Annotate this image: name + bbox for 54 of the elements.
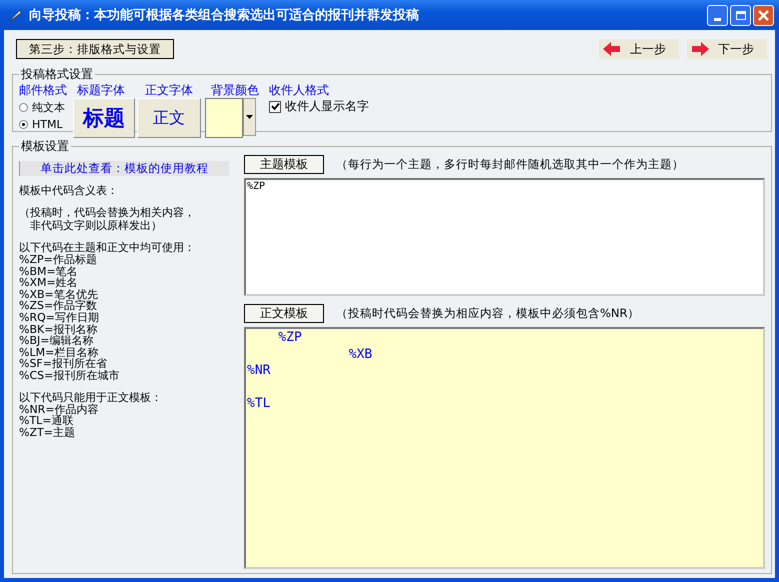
note-line: （投稿时，代码会替换为相关内容，: [19, 206, 195, 219]
color-swatch[interactable]: [205, 98, 243, 138]
caret-icon: [246, 115, 253, 119]
step-label: 第三步：排版格式与设置: [16, 39, 174, 59]
radio-button[interactable]: [19, 102, 28, 112]
code-definition: %ZT=主题: [19, 426, 76, 438]
code-definition: %LM=栏目名称: [19, 346, 98, 358]
panel-legend: 模板设置: [19, 138, 71, 155]
code-definition: %NR=作品内容: [19, 404, 100, 416]
panel-legend: 投稿格式设置: [19, 66, 95, 83]
window-title: 向导投稿：本功能可根据各类组合搜索选出可适合的报刊并群发投稿: [29, 6, 420, 24]
subject-template-button[interactable]: 主题模板: [244, 155, 324, 174]
close-icon: [757, 8, 770, 22]
section-heading: 以下代码在主题和正文中均可使用：: [19, 241, 196, 254]
checkbox[interactable]: [269, 100, 281, 112]
title-font-label: 标题字体: [77, 83, 126, 97]
subject-hint: （每行为一个主题，多行时每封邮件随机选取其中一个作为主题）: [336, 157, 684, 172]
code-definition: %ZP=作品标题: [19, 254, 98, 266]
tutorial-link[interactable]: 单击此处查看：模板的使用教程: [19, 161, 229, 176]
radio-label: HTML: [32, 118, 63, 130]
background-color-label: 背景颜色: [211, 83, 259, 97]
subject-template-field[interactable]: %ZP: [244, 178, 765, 296]
section-heading: 以下代码只能用于正文模板：: [19, 390, 163, 404]
code-definition: %XB=笔名优先: [19, 288, 99, 300]
next-button[interactable]: 下一步: [687, 39, 767, 59]
mail-format-label: 邮件格式: [19, 83, 67, 97]
back-button[interactable]: 上一步: [599, 39, 679, 59]
body-hint: （投稿时代码会替换为相应内容，模板中必须包含%NR）: [336, 306, 640, 321]
code-definition: %RQ=写作日期: [19, 312, 100, 324]
minimize-button[interactable]: [707, 4, 728, 26]
right-arrow-icon: [691, 42, 709, 56]
code-definition: %BK=报刊名称: [19, 324, 98, 336]
note-line: 非代码文字则以原样发出）: [30, 219, 162, 232]
checkbox-label: 收件人显示名字: [285, 98, 369, 115]
body-font-button[interactable]: 正文: [137, 98, 201, 138]
code-definition: %ZS=作品字数: [19, 300, 98, 312]
body-template-button[interactable]: 正文模板: [244, 304, 324, 323]
body-template-field[interactable]: %ZP %XB %NR %TL: [244, 327, 765, 569]
code-definition: %TL=通联: [19, 415, 74, 427]
code-definition: %XM=姓名: [19, 277, 78, 289]
body-font-label: 正文字体: [145, 83, 194, 97]
code-definition: %SF=报刊所在省: [19, 358, 107, 370]
left-arrow-icon: [603, 42, 621, 56]
dropdown-button[interactable]: [243, 98, 256, 136]
radio-label: 纯文本: [32, 100, 65, 114]
radio-button[interactable]: [19, 120, 28, 128]
maximize-button[interactable]: [730, 4, 751, 26]
recipient-format-label: 收件人格式: [269, 83, 330, 97]
code-definition: %CS=报刊所在城市: [19, 370, 120, 382]
code-definition: %BJ=编辑名称: [19, 335, 94, 347]
code-table-title: 模板中代码含义表：: [19, 183, 119, 198]
code-definition: %BM=笔名: [19, 266, 79, 278]
title-font-button[interactable]: 标题: [73, 98, 135, 138]
close-button[interactable]: [753, 4, 774, 26]
